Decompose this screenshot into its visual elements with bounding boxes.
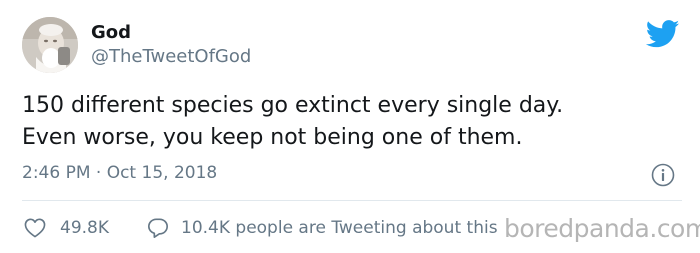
conversation-label: 10.4K people are Tweeting about this xyxy=(181,218,498,238)
tweet-timestamp[interactable]: 2:46 PM · Oct 15, 2018 xyxy=(22,162,217,184)
like-count: 49.8K xyxy=(60,218,109,238)
info-icon[interactable] xyxy=(651,163,675,187)
tweet-card: God @TheTweetOfGod 150 different species… xyxy=(0,0,700,253)
tweet-line: 150 different species go extinct every s… xyxy=(22,93,564,118)
tweet-line: Even worse, you keep not being one of th… xyxy=(22,125,523,150)
speech-bubble-icon xyxy=(148,218,168,238)
like-button[interactable]: 49.8K xyxy=(24,216,109,240)
author-handle[interactable]: @TheTweetOfGod xyxy=(91,46,251,68)
watermark: boredpanda.com xyxy=(504,214,700,243)
avatar[interactable] xyxy=(22,17,78,73)
avatar-image xyxy=(22,17,78,73)
author-name[interactable]: God xyxy=(91,22,131,44)
tweet-text: 150 different species go extinct every s… xyxy=(22,90,682,154)
heart-icon xyxy=(24,218,46,238)
divider xyxy=(22,200,682,201)
twitter-bird-icon[interactable] xyxy=(646,20,680,48)
conversation-link[interactable]: 10.4K people are Tweeting about this xyxy=(147,216,498,240)
